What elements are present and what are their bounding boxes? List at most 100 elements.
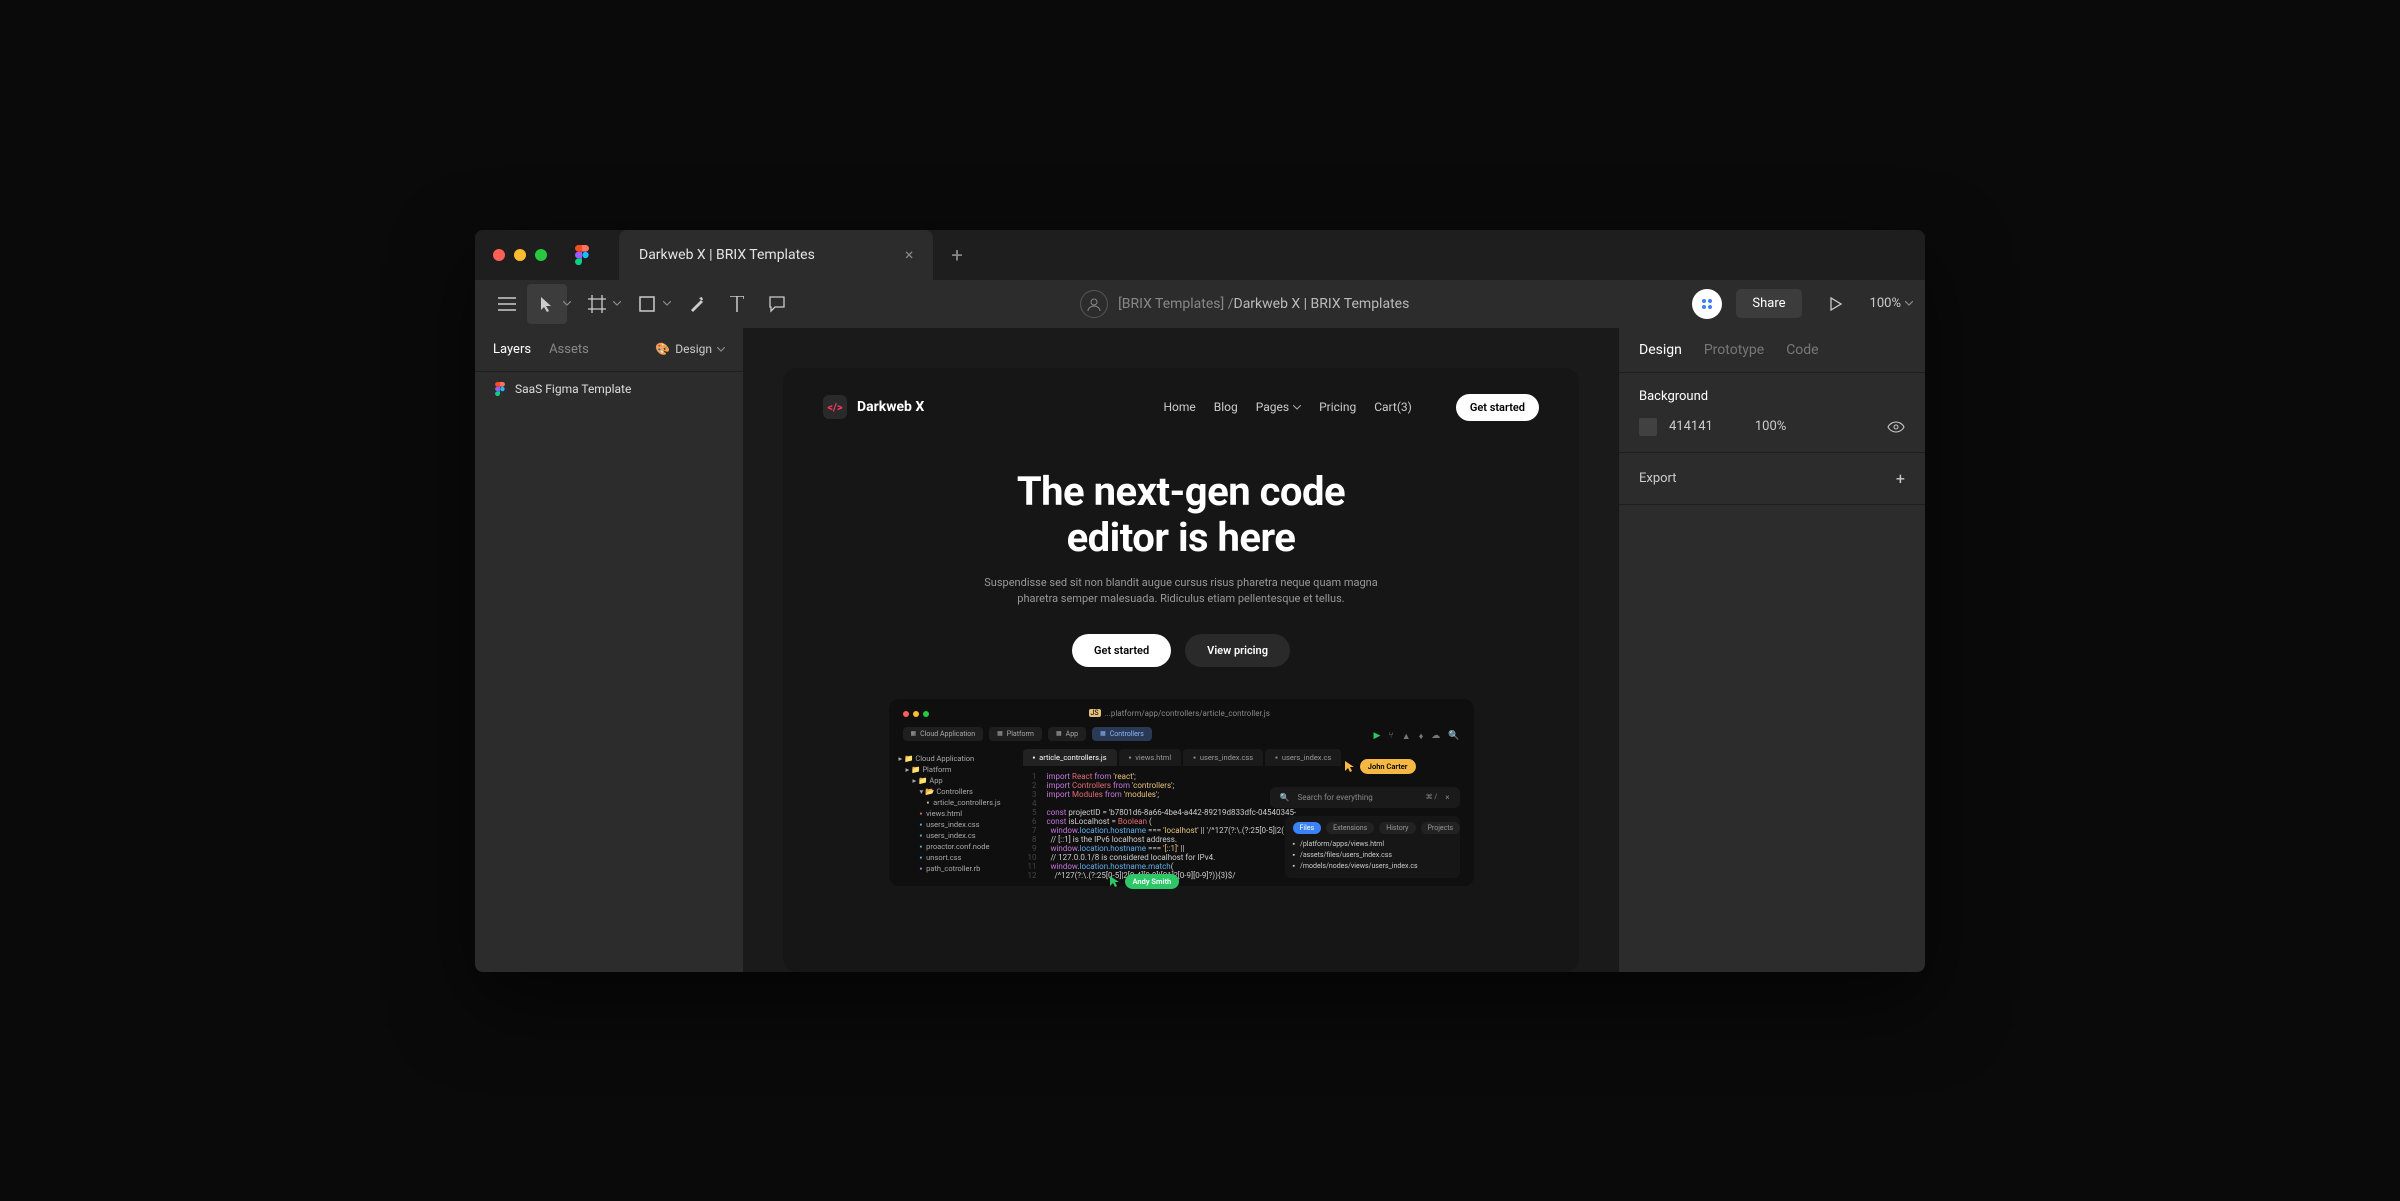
tree-item[interactable]: ▪ users_index.cs [899, 830, 1009, 841]
background-section: Background 414141 100% [1619, 373, 1925, 453]
tree-item[interactable]: ▸ 📁 Platform [899, 764, 1009, 775]
zoom-dropdown[interactable]: 100% [1870, 296, 1913, 311]
chevron-down-icon[interactable] [613, 301, 623, 306]
tree-item[interactable]: ▪ proactor.conf.node [899, 841, 1009, 852]
breadcrumb-prefix: [BRIX Templates] / [1118, 296, 1233, 312]
bottom-row[interactable]: ▪/platform/apps/views.html [1293, 839, 1452, 850]
warn-icon: ▲ [1402, 731, 1411, 742]
nav-home[interactable]: Home [1163, 400, 1195, 414]
breadcrumb-item[interactable]: ▦App [1048, 727, 1086, 741]
close-window-icon[interactable] [493, 249, 505, 261]
hero-cta-primary[interactable]: Get started [1072, 634, 1171, 667]
brand-icon: </> [823, 395, 847, 419]
background-hex[interactable]: 414141 [1669, 419, 1713, 434]
tree-item[interactable]: ▪ users_index.css [899, 819, 1009, 830]
hero-cta-secondary[interactable]: View pricing [1185, 634, 1290, 667]
code-editor-mock: JS ...platform/app/controllers/article_c… [889, 699, 1474, 886]
tree-item[interactable]: ▪ views.html [899, 808, 1009, 819]
figma-logo-icon [493, 382, 507, 396]
background-swatch[interactable] [1639, 418, 1657, 436]
zoom-value: 100% [1870, 296, 1901, 311]
text-tool[interactable] [717, 284, 757, 324]
breadcrumb-item[interactable]: ▦Cloud Application [903, 727, 984, 741]
editor-search-popup: 🔍 Search for everything ⌘ / × [1270, 787, 1460, 808]
hero-title: The next-gen code editor is here [1017, 469, 1345, 561]
close-tab-icon[interactable]: × [905, 245, 914, 264]
prototype-tab[interactable]: Prototype [1704, 342, 1764, 358]
comment-tool[interactable] [757, 284, 797, 324]
frame-tool[interactable] [577, 284, 617, 324]
nav-pages[interactable]: Pages [1256, 400, 1301, 414]
file-tab-item[interactable]: ▪article_controllers.js [1023, 749, 1117, 766]
add-export-button[interactable]: + [1896, 469, 1905, 488]
design-tab[interactable]: Design [1639, 342, 1682, 358]
branch-icon: ⑂ [1388, 731, 1393, 742]
file-tab-item[interactable]: ▪users_index.cs [1265, 749, 1341, 766]
maximize-window-icon[interactable] [535, 249, 547, 261]
collaborator-cursor-2: Andy Smith [1109, 874, 1180, 889]
figma-logo-icon [575, 245, 589, 265]
user-avatar[interactable] [1692, 289, 1722, 319]
nav-cart[interactable]: Cart(3) [1374, 400, 1412, 414]
new-tab-button[interactable]: + [951, 243, 962, 267]
bottom-row[interactable]: ▪/assets/files/users_index.css [1293, 850, 1452, 861]
tree-item[interactable]: ▪ path_cotroller.rb [899, 863, 1009, 874]
site-brand: </> Darkweb X [823, 395, 924, 419]
bottom-row[interactable]: ▪/models/nodes/views/users_index.cs [1293, 861, 1452, 872]
hero-buttons: Get started View pricing [1072, 634, 1290, 667]
chevron-down-icon[interactable] [563, 301, 573, 306]
breadcrumb-item[interactable]: ▦Controllers [1092, 727, 1152, 741]
file-tab-item[interactable]: ▪users_index.css [1183, 749, 1263, 766]
layers-tab[interactable]: Layers [493, 342, 531, 357]
code-tab[interactable]: Code [1786, 342, 1818, 358]
present-button[interactable] [1816, 284, 1856, 324]
toolbar: [BRIX Templates] /Darkweb X | BRIX Templ… [475, 280, 1925, 328]
collaborator-cursor-1: John Carter [1344, 759, 1416, 774]
breadcrumb-item[interactable]: ▦Platform [989, 727, 1042, 741]
nav-pricing[interactable]: Pricing [1319, 400, 1356, 414]
breadcrumb[interactable]: [BRIX Templates] /Darkweb X | BRIX Templ… [797, 290, 1692, 318]
traffic-lights [493, 249, 547, 261]
file-tab[interactable]: Darkweb X | BRIX Templates × [619, 230, 933, 280]
pen-tool[interactable] [677, 284, 717, 324]
website-frame: </> Darkweb X Home Blog Pages Pricing Ca… [783, 368, 1579, 972]
editor-filepath: JS ...platform/app/controllers/article_c… [1089, 709, 1270, 718]
design-panel: Design Prototype Code Background 414141 … [1619, 328, 1925, 972]
file-tree: ▸ 📁 Cloud Application▸ 📁 Platform▸ 📁 App… [889, 749, 1019, 886]
chevron-down-icon[interactable] [663, 301, 673, 306]
main-area: Layers Assets 🎨Design SaaS Figma Templat… [475, 328, 1925, 972]
page-picker[interactable]: 🎨Design [655, 342, 725, 356]
flame-icon: ♦ [1419, 731, 1424, 742]
search-placeholder: Search for everything [1297, 793, 1372, 802]
tree-item[interactable]: ▪ unsort.css [899, 852, 1009, 863]
file-tab-item[interactable]: ▪views.html [1119, 749, 1182, 766]
assets-tab[interactable]: Assets [549, 342, 589, 357]
close-icon[interactable]: × [1445, 793, 1449, 802]
brand-text: Darkweb X [857, 399, 924, 415]
owner-avatar-icon [1080, 290, 1108, 318]
bottom-tab[interactable]: Projects [1421, 822, 1461, 834]
search-icon: 🔍 [1280, 793, 1290, 802]
canvas[interactable]: </> Darkweb X Home Blog Pages Pricing Ca… [743, 328, 1619, 972]
nav-cta-button[interactable]: Get started [1456, 394, 1539, 421]
layer-item[interactable]: SaaS Figma Template [475, 372, 743, 406]
background-opacity[interactable]: 100% [1755, 419, 1786, 434]
search-icon: 🔍 [1448, 731, 1459, 742]
tree-item[interactable]: ▾ 📂 Controllers [899, 786, 1009, 797]
nav-blog[interactable]: Blog [1214, 400, 1238, 414]
visibility-icon[interactable] [1887, 421, 1905, 433]
bottom-tab[interactable]: Extensions [1326, 822, 1374, 834]
bottom-tab[interactable]: History [1379, 822, 1415, 834]
nav-links: Home Blog Pages Pricing Cart(3) [1163, 400, 1411, 414]
move-tool[interactable] [527, 284, 567, 324]
menu-button[interactable] [487, 284, 527, 324]
background-title: Background [1639, 389, 1905, 404]
tree-item[interactable]: ▸ 📁 Cloud Application [899, 753, 1009, 764]
tree-item[interactable]: ▪ article_controllers.js [899, 797, 1009, 808]
tree-item[interactable]: ▸ 📁 App [899, 775, 1009, 786]
export-title: Export [1639, 471, 1677, 486]
minimize-window-icon[interactable] [514, 249, 526, 261]
rectangle-tool[interactable] [627, 284, 667, 324]
share-button[interactable]: Share [1736, 289, 1801, 318]
bottom-tab[interactable]: Files [1293, 822, 1322, 834]
